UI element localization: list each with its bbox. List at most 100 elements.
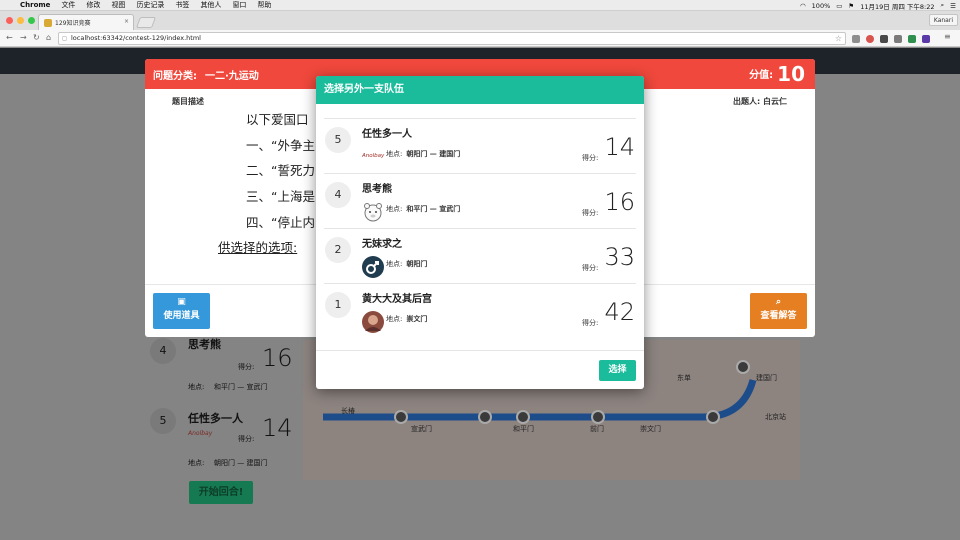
- battery-icon[interactable]: ▭: [836, 2, 842, 10]
- station-marker[interactable]: [394, 410, 408, 424]
- bookmark-star-icon[interactable]: ☆: [835, 33, 842, 44]
- reload-icon[interactable]: ↻: [33, 33, 40, 42]
- menu-item-file[interactable]: 文件: [61, 0, 75, 10]
- team-location: 地点: 朝阳门 — 建国门: [386, 149, 460, 159]
- station-marker[interactable]: [478, 410, 492, 424]
- location-value: 崇文门: [406, 315, 428, 323]
- category-label: 问题分类:: [153, 71, 197, 82]
- options-label[interactable]: 供选择的选项:: [218, 237, 297, 256]
- page-info-icon[interactable]: ◻: [62, 33, 67, 44]
- menu-item-bookmarks[interactable]: 书签: [175, 0, 189, 10]
- category-value: 一二·九运动: [205, 71, 259, 82]
- menu-app-name[interactable]: Chrome: [20, 1, 50, 9]
- rank-badge: 4: [150, 338, 176, 364]
- profile-button[interactable]: Kanari: [928, 14, 958, 26]
- wifi-icon[interactable]: ◠: [800, 2, 806, 10]
- team-row[interactable]: 1 黄大大及其后宫 地点: 崇文门 得分: 42: [324, 283, 636, 338]
- extension-icon[interactable]: [852, 35, 860, 43]
- score-label: 得分:: [582, 319, 599, 327]
- location-value: 朝阳门 — 建国门: [406, 150, 461, 158]
- team-score: 16: [604, 188, 635, 216]
- station-marker[interactable]: [706, 410, 720, 424]
- minimize-window-icon[interactable]: [17, 17, 24, 24]
- use-tool-button[interactable]: ▣ 使用道具: [153, 293, 210, 329]
- extension-icon[interactable]: [894, 35, 902, 43]
- team-row[interactable]: 5 任性多一人 Anolbay 地点: 朝阳门 — 建国门 得分: 14: [324, 118, 636, 173]
- briefcase-icon: ▣: [177, 297, 186, 307]
- extension-icon[interactable]: [922, 35, 930, 43]
- team-location: 地点: 和平门 — 宣武门: [386, 204, 460, 214]
- category: 问题分类: 一二·九运动: [153, 67, 259, 82]
- leaderboard-row: 4 思考熊 得分: 16 地点: 和平门 — 宣武门: [150, 338, 300, 398]
- team-score: 33: [604, 243, 635, 271]
- forward-icon[interactable]: →: [20, 33, 27, 42]
- male-symbol-icon: [362, 256, 384, 278]
- browser-tab[interactable]: 129知识竞赛 ×: [38, 14, 134, 30]
- team-name: 无妹求之: [362, 239, 402, 250]
- score-label: 得分:: [238, 435, 255, 443]
- menu-item-history[interactable]: 历史记录: [136, 0, 164, 10]
- extension-icon[interactable]: [908, 35, 916, 43]
- team-name: 思考熊: [362, 184, 392, 195]
- question-line: 三、“上海是: [246, 189, 315, 204]
- new-tab-button[interactable]: [135, 17, 157, 28]
- menu-item-window[interactable]: 窗口: [232, 0, 246, 10]
- team-location: 和平门 — 宣武门: [214, 383, 268, 391]
- use-tool-label: 使用道具: [163, 311, 200, 321]
- close-window-icon[interactable]: [6, 17, 13, 24]
- menu-item-help[interactable]: 帮助: [257, 0, 271, 10]
- station-marker[interactable]: [736, 360, 750, 374]
- team-location: 地点: 崇文门: [386, 314, 427, 324]
- back-icon[interactable]: ←: [6, 33, 13, 42]
- question-line: 四、“停止内: [246, 215, 315, 230]
- station-label: 建国门: [756, 374, 777, 382]
- start-round-button[interactable]: 开始回合!: [189, 481, 253, 504]
- author-label: 出题人:: [733, 97, 761, 106]
- menu-item-view[interactable]: 视图: [111, 0, 125, 10]
- menu-item-people[interactable]: 其他人: [200, 0, 221, 10]
- station-marker[interactable]: [516, 410, 530, 424]
- list-icon[interactable]: ☰: [950, 2, 956, 10]
- view-answer-button[interactable]: ⌕ 查看解答: [750, 293, 807, 329]
- team-avatar: Anolbay: [362, 146, 384, 168]
- team-location: 地点: 朝阳门: [386, 259, 427, 269]
- station-marker[interactable]: [591, 410, 605, 424]
- location-label: 地点:: [386, 150, 403, 158]
- score-label: 得分:: [582, 264, 599, 272]
- choose-button[interactable]: 选择: [599, 360, 636, 381]
- rank-badge: 5: [150, 408, 176, 434]
- clock[interactable]: 11月19日 周四 下午8:22: [860, 1, 934, 11]
- description-label: 题目描述: [172, 97, 204, 106]
- menu-item-edit[interactable]: 修改: [86, 0, 100, 10]
- station-label: 前门: [590, 425, 604, 433]
- address-bar[interactable]: ◻ localhost:63342/contest-129/index.html…: [58, 32, 846, 45]
- location-value: 和平门 — 宣武门: [406, 205, 461, 213]
- flag-icon[interactable]: ⚑: [848, 2, 854, 10]
- team-row[interactable]: 2 无妹求之 地点: 朝阳门 得分: 33: [324, 228, 636, 283]
- close-tab-icon[interactable]: ×: [124, 18, 129, 25]
- tab-title: 129知识竞赛: [55, 20, 91, 27]
- team-row[interactable]: 4 思考熊 地点: 和平门 — 宣武门 得分: 16: [324, 173, 636, 228]
- team-score: 14: [262, 414, 293, 442]
- team-name: 任性多一人: [362, 129, 412, 140]
- tab-strip: 129知识竞赛 ×: [0, 11, 960, 30]
- location-label: 地点:: [386, 205, 403, 213]
- search-icon[interactable]: ⌕: [941, 1, 945, 10]
- status-area: ◠ 100% ▭ ⚑ 11月19日 周四 下午8:22 ⌕ ☰: [794, 0, 956, 11]
- question-line: 一、“外争主: [246, 138, 315, 153]
- zoom-window-icon[interactable]: [28, 17, 35, 24]
- station-label: 长椿: [341, 407, 355, 415]
- score-label: 得分:: [238, 363, 255, 371]
- points-label: 分值:: [749, 70, 774, 81]
- adblock-icon[interactable]: [866, 35, 874, 43]
- team-avatar: Anolbay: [188, 430, 213, 437]
- question-line: 以下爱国口: [246, 112, 309, 127]
- url-text: localhost:63342/contest-129/index.html: [71, 34, 201, 42]
- battery-percent[interactable]: 100%: [812, 2, 831, 10]
- score-label: 得分:: [582, 209, 599, 217]
- rank-badge: 4: [325, 182, 351, 208]
- home-icon[interactable]: ⌂: [46, 33, 51, 42]
- menu-icon[interactable]: ≡: [944, 32, 951, 41]
- team-score: 14: [604, 133, 635, 161]
- extension-icon[interactable]: [880, 35, 888, 43]
